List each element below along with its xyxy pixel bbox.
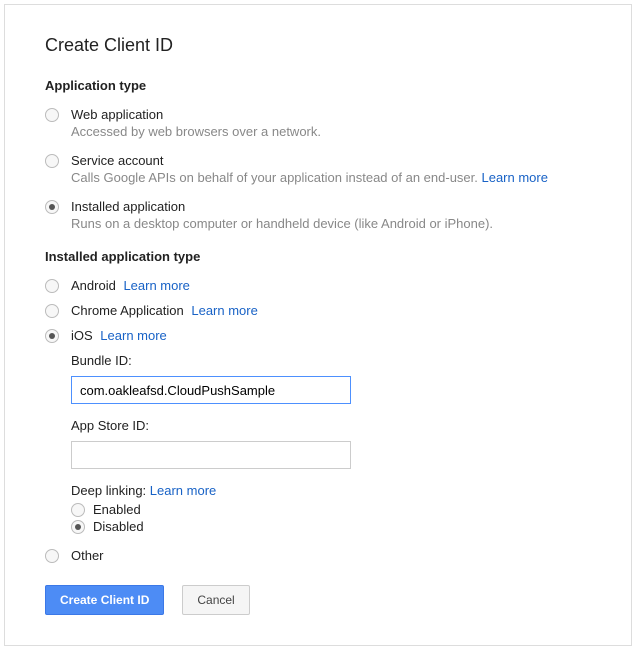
radio-label: Android [71,278,116,293]
create-client-id-button[interactable]: Create Client ID [45,585,164,615]
installed-type-heading: Installed application type [45,249,591,264]
radio-deep-linking-disabled[interactable]: Disabled [71,519,591,534]
radio-icon [45,304,59,318]
learn-more-link[interactable]: Learn more [191,303,257,318]
radio-android[interactable]: Android Learn more [45,278,591,293]
radio-label: Other [71,548,104,563]
radio-icon [45,200,59,214]
radio-label: Web application [71,107,163,122]
learn-more-link[interactable]: Learn more [150,483,216,498]
radio-ios[interactable]: iOS Learn more [45,328,591,343]
app-store-id-input[interactable] [71,441,351,469]
learn-more-link[interactable]: Learn more [100,328,166,343]
ios-fields: Bundle ID: App Store ID: Deep linking: L… [71,353,591,534]
radio-icon [45,279,59,293]
radio-installed-application[interactable]: Installed application Runs on a desktop … [45,199,591,231]
learn-more-link[interactable]: Learn more [481,170,547,185]
dialog-title: Create Client ID [45,35,591,56]
radio-other[interactable]: Other [45,548,591,563]
radio-desc: Calls Google APIs on behalf of your appl… [71,170,591,185]
radio-label: Disabled [93,519,144,534]
radio-label: Installed application [71,199,185,214]
radio-icon [45,329,59,343]
app-store-id-label: App Store ID: [71,418,591,433]
app-type-heading: Application type [45,78,591,93]
radio-icon [45,154,59,168]
radio-label: Enabled [93,502,141,517]
cancel-button[interactable]: Cancel [182,585,249,615]
radio-label: Chrome Application [71,303,184,318]
deep-linking-label: Deep linking: Learn more [71,483,591,498]
radio-icon [45,108,59,122]
radio-label: Service account [71,153,164,168]
radio-desc: Accessed by web browsers over a network. [71,124,591,139]
bundle-id-label: Bundle ID: [71,353,591,368]
radio-service-account[interactable]: Service account Calls Google APIs on beh… [45,153,591,185]
radio-icon [45,549,59,563]
radio-icon [71,520,85,534]
learn-more-link[interactable]: Learn more [123,278,189,293]
radio-label: iOS [71,328,93,343]
create-client-id-dialog: Create Client ID Application type Web ap… [4,4,632,646]
button-row: Create Client ID Cancel [45,585,591,615]
radio-deep-linking-enabled[interactable]: Enabled [71,502,591,517]
bundle-id-input[interactable] [71,376,351,404]
radio-icon [71,503,85,517]
radio-desc: Runs on a desktop computer or handheld d… [71,216,591,231]
radio-web-application[interactable]: Web application Accessed by web browsers… [45,107,591,139]
radio-chrome-application[interactable]: Chrome Application Learn more [45,303,591,318]
